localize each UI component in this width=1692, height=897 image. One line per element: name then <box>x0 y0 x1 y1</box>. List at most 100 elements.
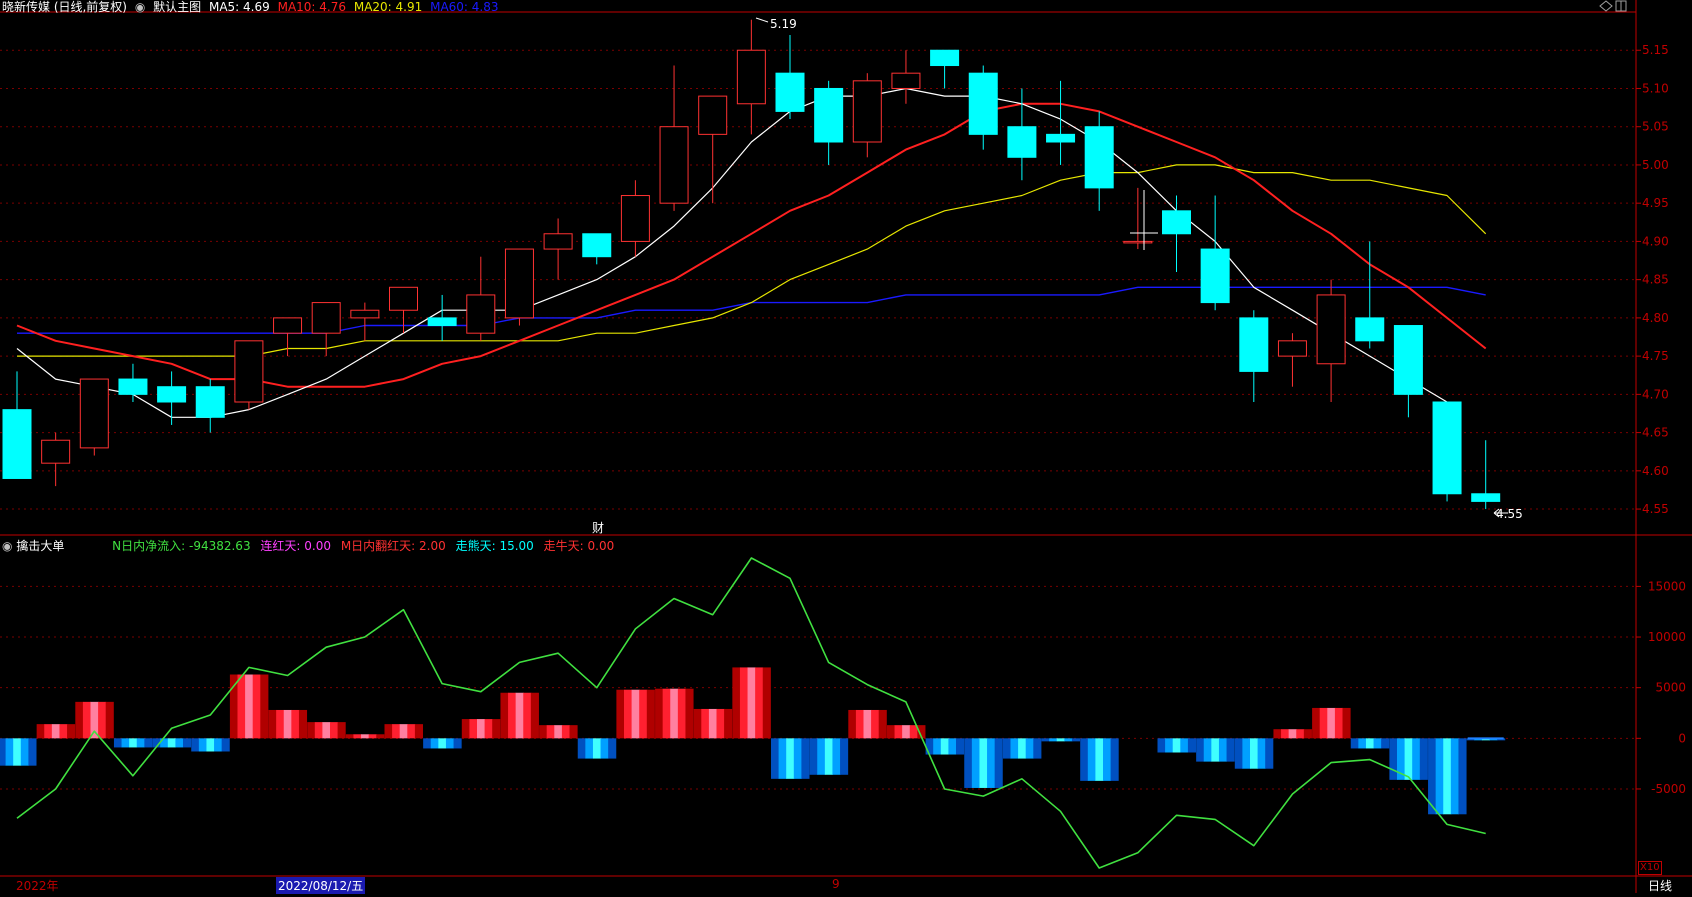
candle-body-up <box>41 439 71 464</box>
bar-segment <box>221 738 230 752</box>
bar-segment <box>1025 738 1034 759</box>
bar-segment <box>1095 738 1104 781</box>
net-flow-bar <box>1273 729 1312 739</box>
indicator-axis: -5000 0 5000 10000 15000 <box>1636 579 1686 796</box>
bar-segment <box>82 701 91 739</box>
view-label[interactable]: 默认主图 <box>153 0 201 14</box>
net-inflow-value: N日内净流入: -94382.63 <box>112 539 251 553</box>
bar-segment <box>1296 729 1305 739</box>
bar-segment <box>252 674 261 739</box>
price-tick-label: 4.75 <box>1642 349 1669 363</box>
diamond-icon[interactable] <box>1599 0 1613 12</box>
bar-segment <box>1381 738 1390 749</box>
net-flow-bar <box>577 738 617 759</box>
bar-segment <box>1412 738 1421 780</box>
bar-segment <box>1180 738 1189 753</box>
stock-chart[interactable]: 4.55 4.60 4.65 4.70 4.75 4.80 4.85 4.90 4.95 5.00… <box>0 0 1692 893</box>
ma60-legend: MA60: 4.83 <box>430 0 499 14</box>
candle-body-down <box>1355 317 1385 342</box>
price-axis: 4.55 4.60 4.65 4.70 4.75 4.80 4.85 4.90 4.95 5.00… <box>1636 43 1669 516</box>
bar-segment <box>484 719 493 739</box>
bar-segment <box>75 701 84 739</box>
bar-segment <box>453 738 462 749</box>
candle <box>1162 195 1191 272</box>
bar-segment <box>183 738 192 748</box>
bar-segment <box>1265 738 1274 769</box>
net-flow-bar <box>616 689 655 739</box>
bar-segment <box>337 722 346 739</box>
candle-body-up <box>659 126 689 204</box>
bar-segment <box>423 738 432 749</box>
net-flow-bars[interactable] <box>0 667 1506 815</box>
bar-segment <box>0 738 7 766</box>
indicator-tick-label: 10000 <box>1648 630 1686 644</box>
bar-segment <box>144 738 153 748</box>
window-icon[interactable] <box>1615 0 1627 12</box>
candle <box>427 294 457 341</box>
bar-segment <box>1303 729 1312 739</box>
bar-segment <box>878 709 887 739</box>
bar-segment <box>229 674 238 739</box>
candle-body-up <box>620 195 650 242</box>
bar-segment <box>1041 738 1050 742</box>
bar-segment <box>260 674 269 739</box>
bar-segment <box>902 725 911 739</box>
low-label: 4.55 <box>1496 507 1523 521</box>
zoom-label[interactable]: X10 <box>1638 861 1662 875</box>
period-label[interactable]: 日线 <box>1648 877 1672 894</box>
bar-segment <box>407 724 416 739</box>
bar-segment <box>1010 738 1019 759</box>
candle <box>41 432 71 487</box>
finance-marker[interactable]: 财 <box>592 521 604 535</box>
bar-segment <box>1242 738 1251 769</box>
bar-segment <box>755 667 764 739</box>
candle <box>543 218 573 280</box>
price-tick-label: 4.95 <box>1642 196 1669 210</box>
candle <box>1084 111 1114 211</box>
net-flow-bar <box>1312 707 1351 739</box>
bar-segment <box>1056 738 1065 742</box>
ma10-legend: MA10: 4.76 <box>277 0 347 14</box>
bar-segment <box>191 738 200 752</box>
net-flow-bar <box>113 738 153 748</box>
bar-segment <box>237 674 246 739</box>
bar-segment <box>987 738 996 788</box>
candle <box>1277 333 1307 387</box>
bar-segment <box>1312 707 1321 739</box>
bar-segment <box>762 667 771 739</box>
candle <box>620 180 650 257</box>
bar-segment <box>577 738 586 759</box>
net-flow-bar <box>268 709 308 739</box>
bar-segment <box>824 738 833 775</box>
m-red-days-value: M日内翻红天: 2.00 <box>340 539 446 553</box>
net-flow-bar <box>809 738 849 775</box>
bar-segment <box>1165 738 1174 753</box>
bar-segment <box>624 689 633 739</box>
candle-body-down <box>157 386 187 403</box>
bar-segment <box>979 738 988 788</box>
view-toggle-icon[interactable]: ◉ <box>135 0 145 14</box>
bar-segment <box>345 734 354 739</box>
bar-segment <box>964 738 973 788</box>
bar-segment <box>1064 738 1073 742</box>
bar-segment <box>361 734 370 739</box>
bar-segment <box>1226 738 1235 762</box>
bar-segment <box>655 688 664 739</box>
indicator-name[interactable]: 擒击大单 <box>16 539 64 553</box>
net-flow-bar <box>191 738 230 752</box>
bar-segment <box>771 738 780 779</box>
net-flow-bar <box>1350 738 1390 749</box>
red-days-value: 连红天: 0.00 <box>260 539 331 553</box>
ma20-legend: MA20: 4.91 <box>353 0 423 14</box>
candlesticks[interactable] <box>2 19 1501 510</box>
candle-body-down <box>1162 210 1191 235</box>
bar-segment <box>51 724 60 739</box>
indicator-toggle-icon[interactable]: ◉ <box>2 539 12 553</box>
bar-segment <box>445 738 455 749</box>
bear-days-value: 走熊天: 15.00 <box>455 539 534 553</box>
stock-title[interactable]: 晓新传媒 (日线,前复权) <box>2 0 127 14</box>
net-flow-bar <box>500 692 539 739</box>
net-flow-bar <box>1196 738 1235 762</box>
bar-segment <box>701 708 710 739</box>
candle <box>698 95 728 204</box>
